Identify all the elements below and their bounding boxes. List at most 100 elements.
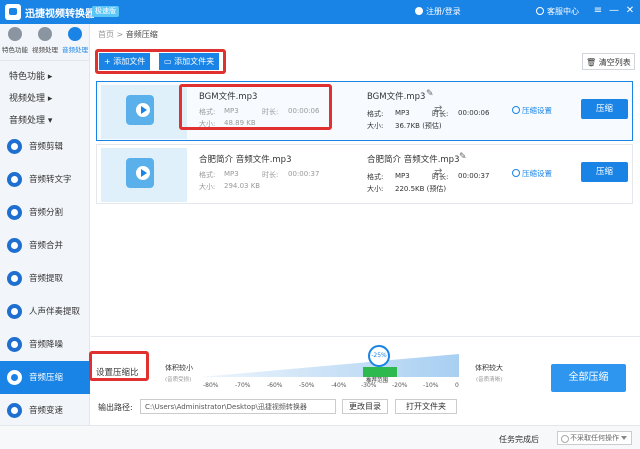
app-title: 迅捷视频转换器	[25, 9, 95, 20]
file-card[interactable]: 合肥简介 音频文件.mp3 格式: MP3 时长: 00:00:37 大小: 2…	[96, 144, 633, 204]
scissors-icon	[7, 139, 22, 154]
merge-icon	[7, 238, 22, 253]
menu-button[interactable]: ≡	[592, 4, 604, 18]
sidebar-item-audio-trim[interactable]: 音频剪辑	[0, 130, 90, 163]
microphone-icon	[7, 304, 22, 319]
sidebar-category-video[interactable]: 视频处理 ▸	[9, 91, 52, 104]
format-label: 格式:	[199, 171, 216, 179]
play-icon[interactable]	[136, 166, 150, 180]
nav-tab-audio[interactable]: 音频处理	[60, 27, 90, 54]
smaller-size-label: 体积较小	[165, 364, 193, 372]
change-directory-button[interactable]: 更改目录	[342, 399, 388, 414]
breadcrumb-current: 音频压缩	[125, 30, 158, 39]
slider-tick: -50%	[299, 382, 315, 389]
output-duration: 00:00:37	[458, 172, 490, 180]
slider-tick: -30%	[361, 382, 377, 389]
sidebar: 特色功能 视频处理 音频处理 特色功能 ▸ 视频处理 ▸ 音频处理 ▾ 音频剪辑…	[0, 24, 90, 425]
output-format: MP3	[395, 172, 410, 180]
login-label: 注册/登录	[426, 7, 461, 16]
sidebar-item-label: 音频变速	[29, 406, 64, 416]
star-icon	[8, 27, 22, 41]
nav-tab-featured[interactable]: 特色功能	[0, 27, 30, 54]
compress-button[interactable]: 压缩	[581, 162, 628, 182]
speed-icon	[7, 403, 22, 418]
output-size: 36.7KB (预估)	[395, 122, 442, 130]
output-path-field[interactable]: C:\Users\Administrator\Desktop\迅捷视频转换器	[140, 399, 336, 414]
compress-settings-label: 压缩设置	[522, 169, 552, 178]
breadcrumb-home[interactable]: 首页	[98, 30, 114, 39]
sidebar-item-audio-extract[interactable]: 音频提取	[0, 262, 90, 295]
compress-settings-link[interactable]: 压缩设置	[512, 168, 552, 179]
source-format: MP3	[224, 170, 239, 178]
slider-tick: -70%	[235, 382, 251, 389]
sidebar-item-label: 音频转文字	[29, 175, 72, 185]
close-button[interactable]: ✕	[624, 4, 636, 18]
highlight-box-file	[179, 84, 332, 130]
app-logo-icon	[5, 4, 21, 20]
size-label: 大小:	[367, 185, 384, 193]
clear-list-button[interactable]: 🗑 清空列表	[582, 53, 635, 70]
sidebar-item-audio-merge[interactable]: 音频合并	[0, 229, 90, 262]
denoise-icon	[7, 337, 22, 352]
edition-badge: 极速版	[92, 6, 119, 17]
gear-icon	[512, 169, 520, 177]
sidebar-item-label: 音频分割	[29, 208, 64, 218]
format-label: 格式:	[367, 173, 384, 181]
compress-button[interactable]: 压缩	[581, 99, 628, 119]
compress-all-button[interactable]: 全部压缩	[551, 364, 626, 392]
compression-slider[interactable]	[200, 354, 459, 377]
breadcrumb-separator: >	[116, 30, 124, 39]
login-link[interactable]: 注册/登录	[415, 6, 461, 17]
sidebar-item-label: 音频剪辑	[29, 142, 64, 152]
slider-tick: -60%	[267, 382, 283, 389]
gear-icon	[512, 106, 520, 114]
compress-settings-link[interactable]: 压缩设置	[512, 105, 552, 116]
sidebar-item-label: 音频合并	[29, 241, 64, 251]
slider-handle[interactable]: -25%	[368, 345, 390, 367]
sidebar-category-audio[interactable]: 音频处理 ▾	[9, 113, 52, 126]
sidebar-item-audio-split[interactable]: 音频分割	[0, 196, 90, 229]
play-icon[interactable]	[136, 103, 150, 117]
output-duration: 00:00:06	[458, 109, 490, 117]
clear-list-label: 清空列表	[598, 58, 631, 67]
audio-thumbnail[interactable]	[101, 148, 187, 202]
film-icon	[38, 27, 52, 41]
slider-tick: -10%	[423, 382, 439, 389]
output-path-label: 输出路径:	[98, 403, 133, 412]
headset-icon	[536, 7, 544, 15]
source-duration: 00:00:37	[288, 170, 320, 178]
edit-icon[interactable]: ✎	[426, 89, 434, 99]
top-nav: 特色功能 视频处理 音频处理	[0, 24, 89, 61]
audio-thumbnail[interactable]	[101, 85, 187, 139]
title-bar: 迅捷视频转换器 极速版 注册/登录 客服中心 ≡ — ✕	[0, 0, 640, 24]
after-complete-label: 任务完成后	[499, 435, 539, 444]
sidebar-item-denoise[interactable]: 音频降噪	[0, 328, 90, 361]
support-link[interactable]: 客服中心	[536, 6, 579, 17]
nav-tab-video[interactable]: 视频处理	[30, 27, 60, 54]
format-label: 格式:	[367, 110, 384, 118]
after-complete-select[interactable]: 不采取任何操作	[557, 431, 632, 445]
minimize-button[interactable]: —	[608, 4, 620, 18]
file-card[interactable]: BGM文件.mp3 格式: MP3 时长: 00:00:06 大小: 48.89…	[96, 81, 633, 141]
user-icon	[415, 7, 423, 15]
sidebar-item-label: 音频压缩	[29, 373, 64, 383]
sidebar-item-vocal-extract[interactable]: 人声伴奏提取	[0, 295, 90, 328]
output-file-name: BGM文件.mp3	[367, 92, 426, 102]
sidebar-item-label: 人声伴奏提取	[29, 307, 81, 317]
sidebar-item-audio-compress[interactable]: 音频压缩	[0, 361, 90, 394]
sidebar-category-featured[interactable]: 特色功能 ▸	[9, 69, 52, 82]
size-label: 大小:	[367, 122, 384, 130]
sidebar-item-audio-to-text[interactable]: 音频转文字	[0, 163, 90, 196]
edit-icon[interactable]: ✎	[459, 152, 467, 162]
size-label: 大小:	[199, 183, 216, 191]
duration-label: 时长:	[262, 171, 279, 179]
sidebar-item-audio-speed[interactable]: 音频变速	[0, 394, 90, 427]
highlight-box-toolbar	[95, 49, 226, 74]
text-icon	[7, 172, 22, 187]
sidebar-item-label: 音频提取	[29, 274, 64, 284]
open-folder-button[interactable]: 打开文件夹	[395, 399, 457, 414]
output-format: MP3	[395, 109, 410, 117]
source-size: 294.03 KB	[224, 182, 261, 190]
larger-size-note: (音质清晰)	[476, 377, 503, 383]
duration-label: 时长:	[432, 110, 449, 118]
